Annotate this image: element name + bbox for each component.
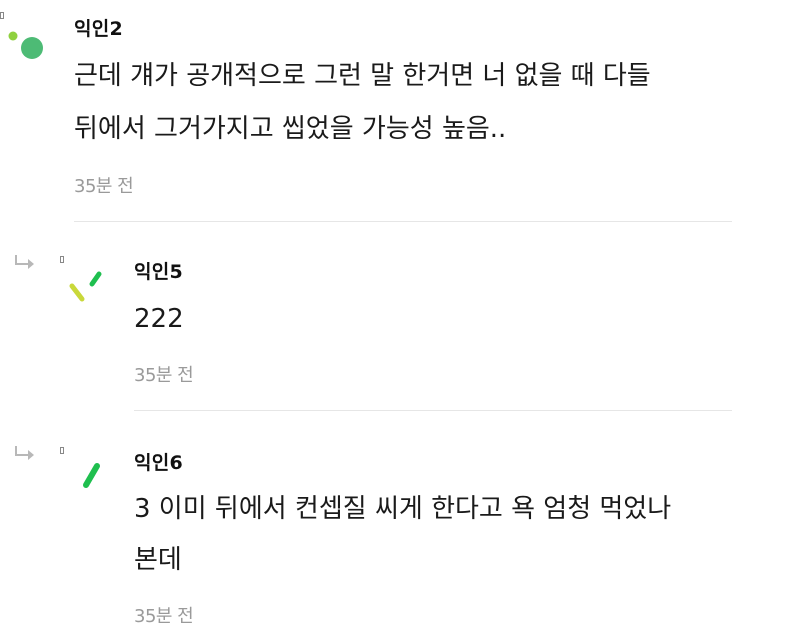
reply-body-line: 본데 <box>134 545 182 575</box>
comment-timestamp: 35분 전 <box>74 176 134 197</box>
avatar-icon <box>83 463 100 488</box>
comment-body-line: 근데 걔가 공개적으로 그런 말 한거면 너 없을 때 다들 <box>74 61 651 91</box>
reply-author[interactable]: 익인5 <box>134 257 183 284</box>
avatar-badge-icon <box>60 256 64 263</box>
avatar-icon <box>69 271 102 302</box>
reply-arrow-icon <box>15 446 34 460</box>
avatar-badge-icon <box>0 12 4 19</box>
divider <box>134 410 732 411</box>
avatar-badge-icon <box>60 447 64 454</box>
reply-author[interactable]: 익인6 <box>134 448 183 475</box>
reply-timestamp: 35분 전 <box>134 365 194 386</box>
reply-arrow-icon <box>15 255 34 269</box>
avatar-icon <box>8 31 43 59</box>
comment-author[interactable]: 익인2 <box>74 14 123 41</box>
reply-timestamp: 35분 전 <box>134 606 194 627</box>
reply-item: 익인5 222 35분 전 <box>0 222 793 412</box>
reply-item: 익인6 3 이미 뒤에서 컨셉질 씨게 한다고 욕 엄청 먹었나 본데 35분 … <box>0 412 793 638</box>
comment-item: 익인2 근데 걔가 공개적으로 그런 말 한거면 너 없을 때 다들 뒤에서 그… <box>0 0 793 222</box>
reply-body-line: 222 <box>134 304 184 334</box>
reply-body-line: 3 이미 뒤에서 컨셉질 씨게 한다고 욕 엄청 먹었나 <box>134 494 672 524</box>
comment-body-line: 뒤에서 그거가지고 씹었을 가능성 높음.. <box>74 114 507 144</box>
